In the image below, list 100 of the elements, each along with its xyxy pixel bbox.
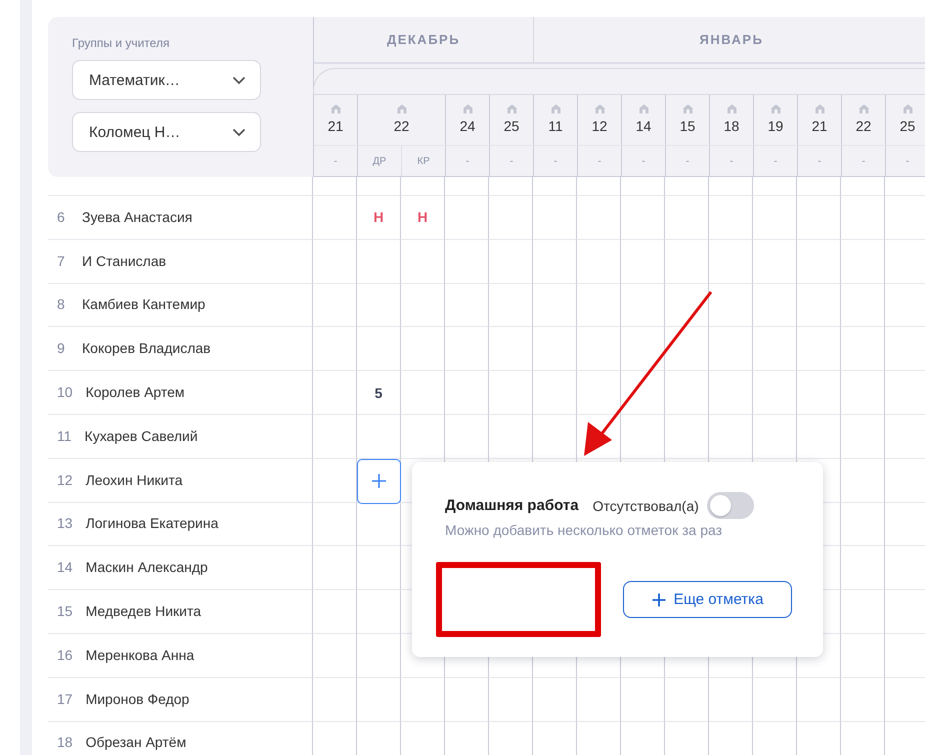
grade-cell[interactable]: [313, 327, 357, 372]
grade-cell[interactable]: [577, 240, 621, 284]
grade-cell[interactable]: [753, 678, 797, 722]
grade-cell[interactable]: [357, 284, 401, 328]
grade-cell[interactable]: [709, 678, 753, 722]
grade-cell[interactable]: [489, 240, 533, 284]
grade-cell[interactable]: [753, 240, 797, 284]
grade-cell[interactable]: 5: [357, 371, 401, 415]
grade-cell[interactable]: [577, 678, 621, 722]
grade-cell[interactable]: [357, 634, 401, 678]
grade-cell[interactable]: [841, 371, 885, 415]
grade-cell[interactable]: [797, 414, 841, 459]
grade-cell[interactable]: [357, 546, 401, 590]
grade-cell[interactable]: [533, 240, 577, 284]
grade-mark[interactable]: 5: [374, 384, 382, 401]
grade-cell[interactable]: [709, 414, 753, 459]
grade-cell[interactable]: [445, 240, 489, 284]
grade-cell[interactable]: [841, 634, 885, 678]
grade-cell[interactable]: [577, 196, 621, 240]
grade-cell[interactable]: [709, 327, 753, 372]
grade-cell[interactable]: [313, 414, 357, 459]
grade-cell[interactable]: [621, 678, 665, 722]
grade-cell[interactable]: [841, 327, 885, 372]
grade-cell[interactable]: [489, 196, 533, 240]
grade-cell[interactable]: [665, 414, 709, 459]
grade-cell[interactable]: [489, 414, 533, 459]
grade-cell[interactable]: [357, 327, 401, 372]
grade-cell[interactable]: [709, 284, 753, 328]
grade-cell[interactable]: [401, 371, 445, 415]
grade-cell[interactable]: [357, 240, 401, 284]
grade-cell[interactable]: [841, 196, 885, 240]
grade-cell[interactable]: [841, 546, 885, 590]
grade-cell[interactable]: [489, 284, 533, 328]
grade-cell[interactable]: [445, 196, 489, 240]
grade-cell[interactable]: [665, 240, 709, 284]
grade-cell[interactable]: [401, 327, 445, 372]
grade-cell[interactable]: [621, 196, 665, 240]
grade-cell[interactable]: [841, 502, 885, 546]
grade-cell[interactable]: [797, 371, 841, 415]
grade-cell[interactable]: [533, 284, 577, 328]
grade-cell[interactable]: [841, 458, 885, 503]
grade-cell[interactable]: [445, 284, 489, 328]
grade-cell[interactable]: [357, 502, 401, 546]
grade-cell[interactable]: [489, 327, 533, 372]
grade-cell[interactable]: [313, 284, 357, 328]
add-another-mark-button[interactable]: Еще отметка: [623, 581, 792, 618]
grade-cell[interactable]: [489, 371, 533, 415]
grade-cell[interactable]: [577, 327, 621, 372]
grade-cell[interactable]: [533, 414, 577, 459]
grade-cell[interactable]: [445, 678, 489, 722]
grade-cell[interactable]: [621, 371, 665, 415]
grade-cell[interactable]: [401, 240, 445, 284]
grade-cell[interactable]: [797, 678, 841, 722]
grade-cell[interactable]: [313, 502, 357, 546]
grade-cell[interactable]: [797, 196, 841, 240]
grade-cell[interactable]: [533, 327, 577, 372]
grade-cell[interactable]: [313, 678, 357, 722]
grade-cell[interactable]: [533, 678, 577, 722]
grade-cell[interactable]: [841, 284, 885, 328]
grade-cell[interactable]: [665, 196, 709, 240]
grade-cell[interactable]: [709, 196, 753, 240]
grade-cell[interactable]: [665, 327, 709, 372]
grade-cell[interactable]: [841, 414, 885, 459]
grade-cell[interactable]: [313, 371, 357, 415]
grade-cell[interactable]: [357, 678, 401, 722]
grade-cell[interactable]: [445, 371, 489, 415]
grade-cell[interactable]: [665, 284, 709, 328]
grade-cell[interactable]: [621, 414, 665, 459]
grade-cell[interactable]: [753, 284, 797, 328]
grade-cell[interactable]: [709, 371, 753, 415]
grade-cell[interactable]: [357, 590, 401, 634]
grade-cell[interactable]: [313, 634, 357, 678]
grade-cell[interactable]: [489, 678, 533, 722]
grade-cell[interactable]: [313, 196, 357, 240]
grade-cell[interactable]: Н: [401, 196, 445, 240]
grade-cell[interactable]: [841, 678, 885, 722]
grade-cell[interactable]: [797, 240, 841, 284]
grade-cell[interactable]: [753, 196, 797, 240]
grade-cell[interactable]: [665, 678, 709, 722]
grade-cell[interactable]: [753, 327, 797, 372]
grade-cell[interactable]: Н: [357, 196, 401, 240]
grade-cell[interactable]: [313, 546, 357, 590]
grade-cell[interactable]: [445, 414, 489, 459]
grade-mark[interactable]: Н: [373, 209, 384, 226]
grade-cell[interactable]: [841, 590, 885, 634]
grade-cell[interactable]: [401, 284, 445, 328]
grade-cell[interactable]: [401, 678, 445, 722]
grade-cell[interactable]: [797, 284, 841, 328]
grade-cell[interactable]: [709, 240, 753, 284]
grade-cell[interactable]: [621, 240, 665, 284]
grade-cell[interactable]: [621, 327, 665, 372]
grade-cell[interactable]: [753, 371, 797, 415]
grade-cell[interactable]: [445, 327, 489, 372]
absent-toggle[interactable]: [706, 492, 754, 519]
grade-cell[interactable]: [621, 284, 665, 328]
grade-cell[interactable]: [401, 414, 445, 459]
dropdown[interactable]: Математик…: [72, 60, 261, 100]
grade-cell[interactable]: [533, 196, 577, 240]
grade-cell[interactable]: [753, 414, 797, 459]
grade-cell[interactable]: [665, 371, 709, 415]
